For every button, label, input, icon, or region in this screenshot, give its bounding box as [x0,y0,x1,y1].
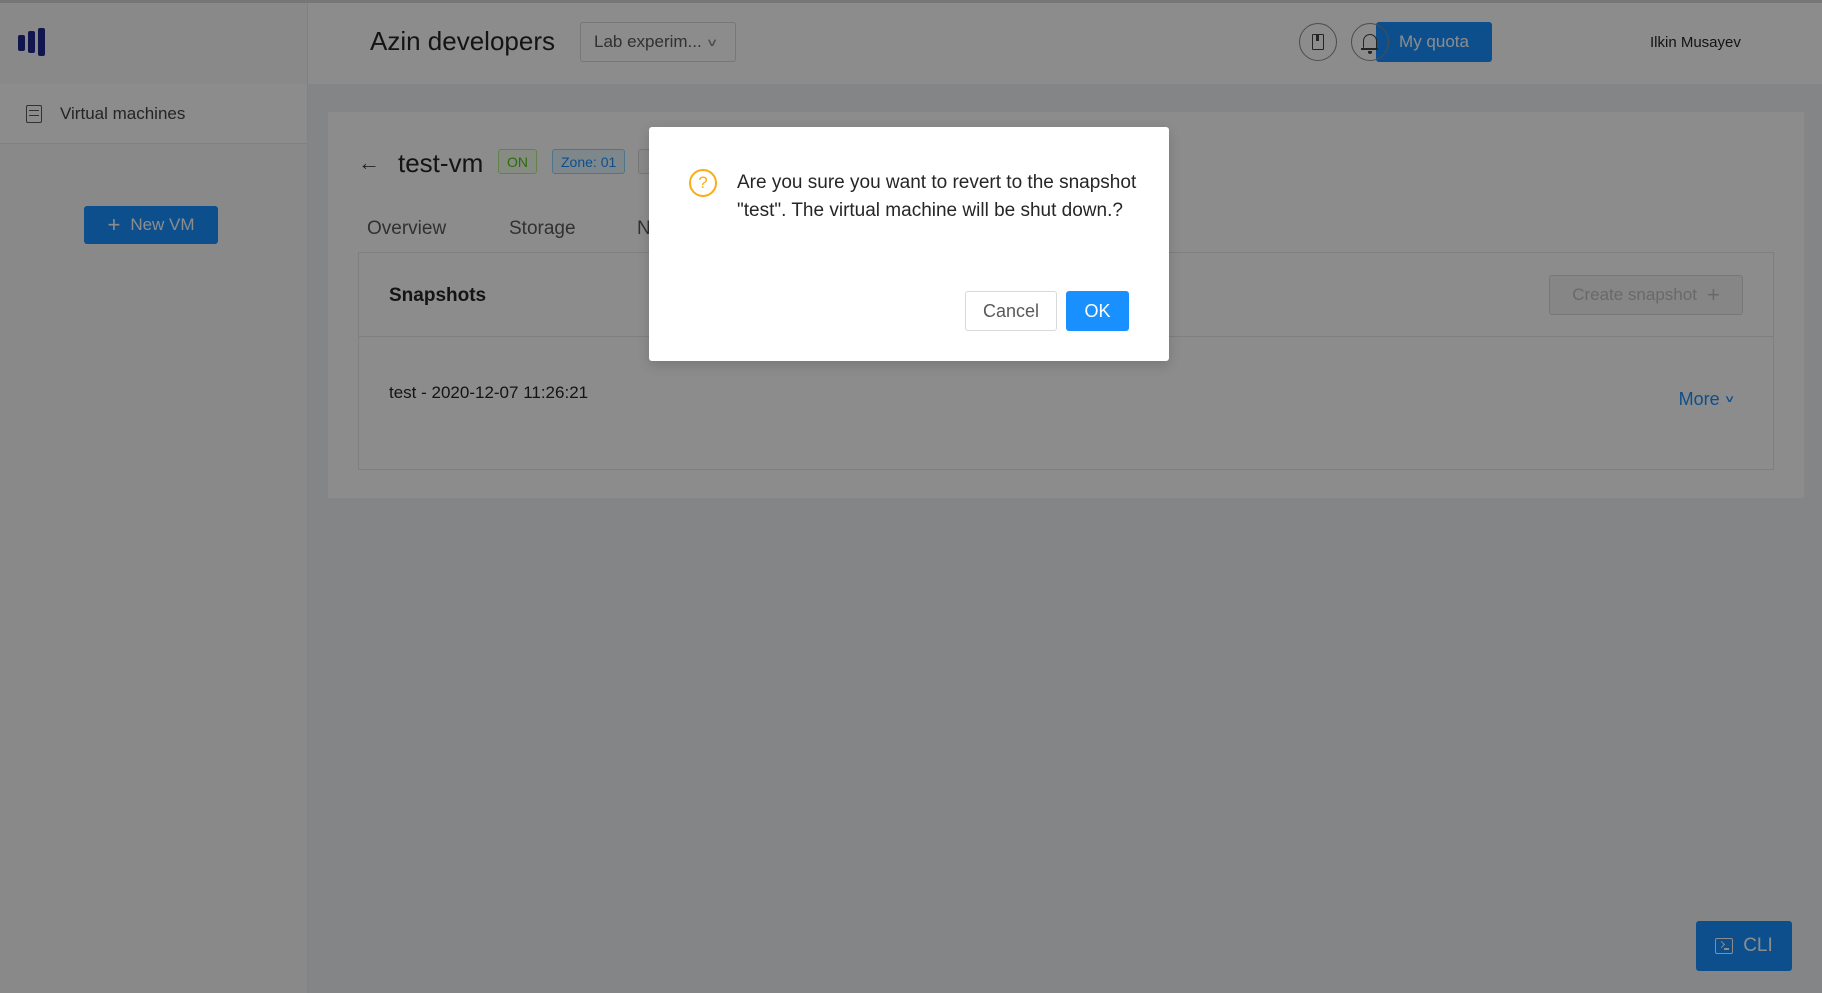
cancel-button[interactable]: Cancel [965,291,1057,331]
confirm-revert-dialog: ? Are you sure you want to revert to the… [649,127,1169,361]
question-icon: ? [689,169,717,197]
dialog-message: Are you sure you want to revert to the s… [737,172,1137,221]
ok-button[interactable]: OK [1066,291,1129,331]
